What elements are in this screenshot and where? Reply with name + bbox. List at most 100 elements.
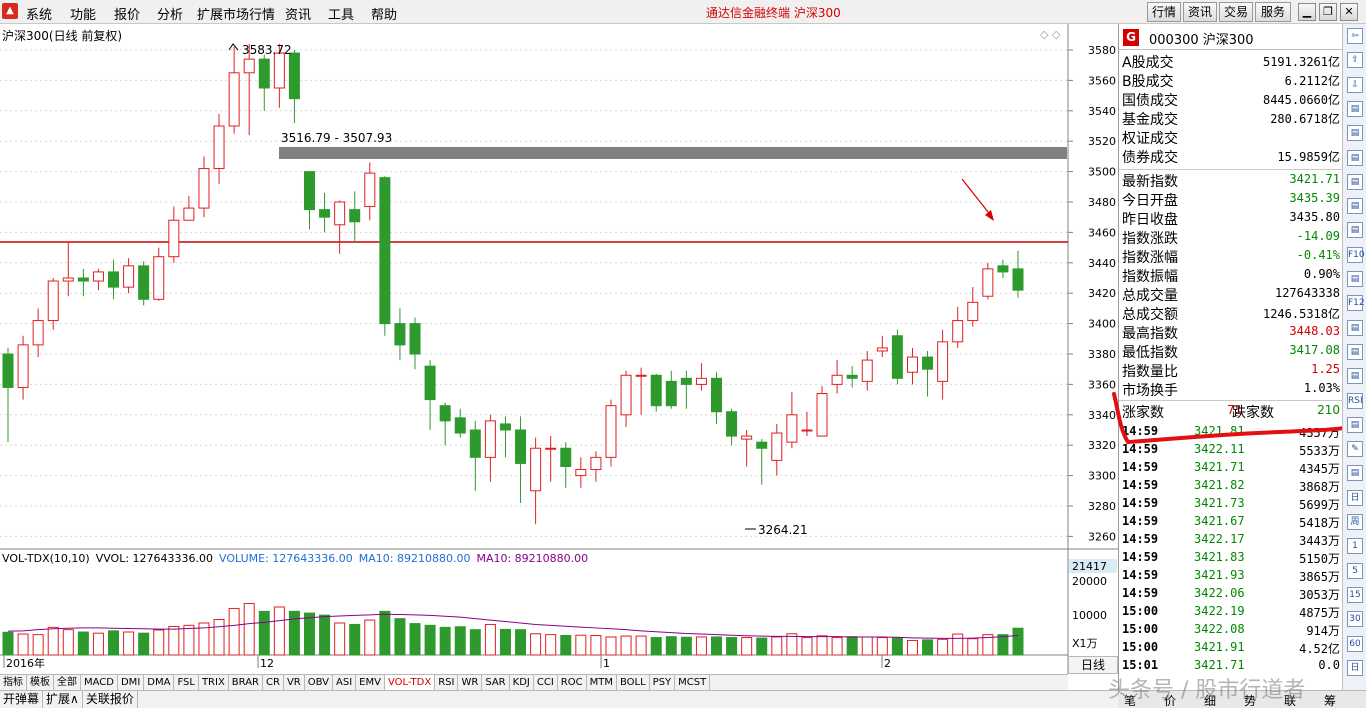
- quote-button[interactable]: 行情: [1147, 2, 1181, 22]
- date-label: 1: [603, 657, 610, 670]
- side-toolbar-icon[interactable]: ✎: [1347, 441, 1363, 458]
- indicator-tab-wr[interactable]: WR: [458, 675, 483, 690]
- side-toolbar-icon[interactable]: RSI: [1347, 392, 1363, 409]
- bottom-tab[interactable]: 扩展∧: [43, 691, 83, 708]
- indicator-tab-rsi[interactable]: RSI: [435, 675, 459, 690]
- news-button[interactable]: 资讯: [1183, 2, 1217, 22]
- side-toolbar-icon[interactable]: ▤: [1347, 100, 1363, 117]
- side-toolbar-icon[interactable]: ⇩: [1347, 76, 1363, 93]
- side-toolbar-icon[interactable]: ▤: [1347, 222, 1363, 239]
- bottom-tab[interactable]: 开弹幕: [0, 691, 44, 708]
- indicator-tab-roc[interactable]: ROC: [558, 675, 587, 690]
- indicator-tab-mcst[interactable]: MCST: [675, 675, 711, 690]
- menu-analysis[interactable]: 分析: [157, 4, 183, 23]
- quote-row: 昨日收盘 3435.80: [1119, 209, 1343, 228]
- low-label: 3264.21: [758, 523, 808, 537]
- tick-volume: 0.0: [1318, 658, 1340, 672]
- indicator-tab-cr[interactable]: CR: [263, 675, 284, 690]
- side-toolbar-icon[interactable]: ▤: [1347, 319, 1363, 336]
- indicator-tab-mtm[interactable]: MTM: [587, 675, 617, 690]
- indicator-tab-macd[interactable]: MACD: [81, 675, 118, 690]
- candle-body: [258, 58, 270, 89]
- indicator-tab-boll[interactable]: BOLL: [617, 675, 650, 690]
- restore-icon[interactable]: ❐: [1319, 3, 1337, 21]
- side-toolbar-icon[interactable]: 60: [1347, 635, 1363, 652]
- price-tick-label: 3440: [1088, 257, 1116, 270]
- candle-body: [982, 268, 994, 297]
- kline-chart-area[interactable]: 3580 3560 3540 3520 3500 3480 3460 3440 3420 3400…: [0, 24, 1118, 674]
- side-toolbar-icon[interactable]: ▤: [1347, 343, 1363, 360]
- bottom-tab[interactable]: 关联报价: [83, 691, 138, 708]
- menu-function[interactable]: 功能: [70, 4, 96, 23]
- side-toolbar-icon[interactable]: F10: [1347, 246, 1365, 263]
- candle-body: [1012, 268, 1024, 291]
- indicator-tab-asi[interactable]: ASI: [333, 675, 357, 690]
- close-icon[interactable]: ✕: [1340, 3, 1358, 21]
- side-toolbar-icon[interactable]: 日: [1347, 659, 1363, 676]
- candle-body: [499, 423, 511, 431]
- candle-body: [2, 353, 14, 388]
- indicator-tab-sar[interactable]: SAR: [482, 675, 510, 690]
- service-button[interactable]: 服务: [1255, 2, 1291, 22]
- side-toolbar-icon[interactable]: ▤: [1347, 368, 1363, 385]
- quote-row: 总成交量 127643338: [1119, 285, 1343, 304]
- indicator-tab-fsl[interactable]: FSL: [174, 675, 199, 690]
- side-toolbar-icon[interactable]: ▤: [1347, 465, 1363, 482]
- side-toolbar-icon[interactable]: F12: [1347, 295, 1365, 312]
- volume-bar: [937, 638, 949, 656]
- indicator-tab-[interactable]: 全部: [54, 675, 81, 690]
- volume-bar: [711, 636, 723, 656]
- tick-price: 3422.17: [1194, 532, 1245, 546]
- menu-news[interactable]: 资讯: [285, 4, 311, 23]
- candle-body: [590, 456, 602, 471]
- indicator-tab-dmi[interactable]: DMI: [118, 675, 145, 690]
- indicator-tab-obv[interactable]: OBV: [305, 675, 333, 690]
- volume-bar: [138, 632, 150, 656]
- trade-button[interactable]: 交易: [1219, 2, 1253, 22]
- indicator-tab-cci[interactable]: CCI: [534, 675, 558, 690]
- kline-chart[interactable]: 3580 3560 3540 3520 3500 3480 3460 3440 3420 3400…: [0, 24, 1118, 674]
- tick-time: 14:59: [1122, 460, 1159, 474]
- side-toolbar-icon[interactable]: ▤: [1347, 149, 1363, 166]
- side-toolbar-icon[interactable]: ⇦: [1347, 28, 1363, 44]
- side-toolbar-icon[interactable]: 15: [1347, 586, 1363, 603]
- side-toolbar-icon[interactable]: 5: [1347, 562, 1363, 579]
- side-toolbar-icon[interactable]: ▤: [1347, 198, 1363, 215]
- quote-label: 指数涨幅: [1122, 250, 1178, 266]
- indicator-tab-trix[interactable]: TRIX: [199, 675, 229, 690]
- quote-value: 3435.39: [1289, 191, 1340, 205]
- indicator-tab-kdj[interactable]: KDJ: [510, 675, 534, 690]
- volume-bar: [273, 606, 285, 656]
- side-toolbar-icon[interactable]: ▤: [1347, 125, 1363, 142]
- indicator-tab-voltdx[interactable]: VOL-TDX: [384, 675, 436, 690]
- minimize-icon[interactable]: ▁: [1298, 3, 1316, 21]
- quote-value: 0.90%: [1303, 267, 1340, 281]
- menu-quote[interactable]: 报价: [114, 4, 140, 23]
- quote-panel-tab[interactable]: 筹: [1324, 692, 1336, 709]
- indicator-tab-vr[interactable]: VR: [284, 675, 305, 690]
- side-toolbar-icon[interactable]: 日: [1347, 489, 1363, 506]
- indicator-tab-psy[interactable]: PSY: [650, 675, 676, 690]
- side-toolbar-icon[interactable]: 1: [1347, 538, 1363, 555]
- candle-body: [891, 335, 903, 379]
- menu-extended-market[interactable]: 扩展市场行情: [197, 4, 275, 23]
- indicator-tab-brar[interactable]: BRAR: [229, 675, 263, 690]
- tick-volume: 914万: [1306, 624, 1340, 638]
- side-toolbar-icon[interactable]: 周: [1347, 514, 1363, 530]
- candle-body: [394, 323, 406, 346]
- menu-tools[interactable]: 工具: [328, 4, 354, 23]
- side-toolbar-icon[interactable]: ⇧: [1347, 52, 1363, 69]
- side-toolbar-icon[interactable]: ▤: [1347, 416, 1363, 433]
- indicator-tab-emv[interactable]: EMV: [356, 675, 385, 690]
- side-toolbar-icon[interactable]: ▤: [1347, 173, 1363, 190]
- side-toolbar-icon[interactable]: ▤: [1347, 271, 1363, 287]
- indicator-tab-[interactable]: 指标: [0, 675, 27, 690]
- indicator-tab-[interactable]: 模板: [27, 675, 54, 690]
- side-toolbar-icon[interactable]: 30: [1347, 611, 1363, 628]
- menu-system[interactable]: 系统: [26, 4, 52, 23]
- quote-value: -14.09: [1296, 229, 1340, 243]
- indicator-tab-dma[interactable]: DMA: [144, 675, 175, 690]
- candle-body: [786, 414, 798, 443]
- menu-help[interactable]: 帮助: [371, 4, 397, 23]
- volume-bar: [605, 636, 617, 656]
